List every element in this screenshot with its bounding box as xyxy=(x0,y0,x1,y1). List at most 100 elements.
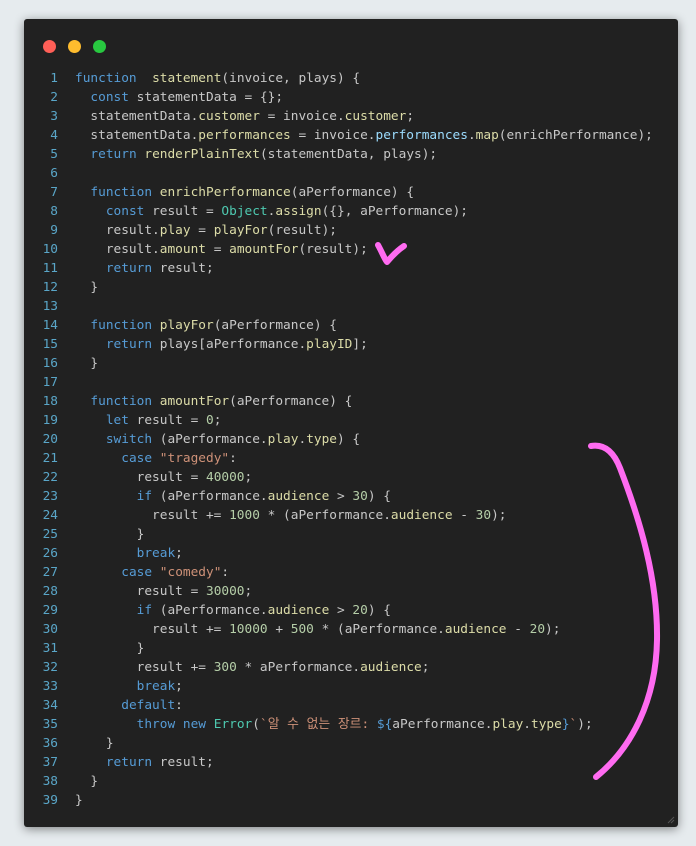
code-token: let xyxy=(105,413,129,428)
code-token: } xyxy=(75,736,114,751)
code-line[interactable]: 28 result = 30000; xyxy=(24,582,678,601)
code-token: amount xyxy=(159,242,206,257)
code-line[interactable]: 39} xyxy=(24,791,678,810)
code-line[interactable]: 11 return result; xyxy=(24,259,678,278)
code-token: play xyxy=(492,717,524,732)
code-token: customer xyxy=(344,109,407,124)
line-code: statementData.performances = invoice.per… xyxy=(75,126,652,145)
code-token: result; xyxy=(152,755,214,770)
code-token: audience xyxy=(267,489,330,504)
code-token: 20 xyxy=(352,603,368,618)
code-token: result; xyxy=(152,261,214,276)
code-line[interactable]: 33 break; xyxy=(24,677,678,696)
code-line[interactable]: 13 xyxy=(24,297,678,316)
code-token: result += xyxy=(75,508,230,523)
code-token: `알 수 없는 장르: xyxy=(259,717,377,732)
code-line[interactable]: 10 result.amount = amountFor(result); xyxy=(24,240,678,259)
code-token: ; xyxy=(421,660,430,675)
code-token: Object xyxy=(221,204,268,219)
code-token: ) { xyxy=(367,603,391,618)
code-line[interactable]: 32 result += 300 * aPerformance.audience… xyxy=(24,658,678,677)
line-code: result = 30000; xyxy=(75,582,253,601)
code-line[interactable]: 16 } xyxy=(24,354,678,373)
window-close-button[interactable] xyxy=(43,40,56,53)
code-line[interactable]: 37 return result; xyxy=(24,753,678,772)
code-token: result = xyxy=(144,204,222,219)
window-zoom-button[interactable] xyxy=(93,40,106,53)
code-line[interactable]: 36 } xyxy=(24,734,678,753)
code-line[interactable]: 8 const result = Object.assign({}, aPerf… xyxy=(24,202,678,221)
code-token: : xyxy=(229,451,237,466)
code-token: map xyxy=(475,128,499,143)
code-line[interactable]: 30 result += 10000 + 500 * (aPerformance… xyxy=(24,620,678,639)
code-line[interactable]: 18 function amountFor(aPerformance) { xyxy=(24,392,678,411)
code-token: function xyxy=(75,71,137,86)
code-token: (aPerformance. xyxy=(152,603,268,618)
line-number: 11 xyxy=(42,261,58,276)
code-line[interactable]: 9 result.play = playFor(result); xyxy=(24,221,678,240)
line-code: switch (aPerformance.play.type) { xyxy=(75,430,360,449)
code-token: statementData. xyxy=(75,128,199,143)
line-code: } xyxy=(75,525,145,544)
code-token: result += xyxy=(75,660,214,675)
code-token: performances xyxy=(198,128,291,143)
code-line[interactable]: 3 statementData.customer = invoice.custo… xyxy=(24,107,678,126)
code-token: 500 xyxy=(290,622,314,637)
code-token: } xyxy=(75,641,145,656)
code-line[interactable]: 35 throw new Error(`알 수 없는 장르: ${aPerfor… xyxy=(24,715,678,734)
code-line[interactable]: 14 function playFor(aPerformance) { xyxy=(24,316,678,335)
line-code: function enrichPerformance(aPerformance)… xyxy=(75,183,414,202)
code-token: 20 xyxy=(529,622,546,637)
code-token: return xyxy=(105,755,153,770)
code-line[interactable]: 25 } xyxy=(24,525,678,544)
code-line[interactable]: 38 } xyxy=(24,772,678,791)
code-token: play xyxy=(267,432,299,447)
code-token: > xyxy=(329,489,353,504)
code-token: result = xyxy=(75,470,206,485)
code-line[interactable]: 31 } xyxy=(24,639,678,658)
code-line[interactable]: 4 statementData.performances = invoice.p… xyxy=(24,126,678,145)
line-number: 38 xyxy=(42,774,58,789)
code-line[interactable]: 7 function enrichPerformance(aPerformanc… xyxy=(24,183,678,202)
code-line[interactable]: 22 result = 40000; xyxy=(24,468,678,487)
code-token: amountFor xyxy=(152,394,230,409)
code-line[interactable]: 23 if (aPerformance.audience > 30) { xyxy=(24,487,678,506)
code-line[interactable]: 21 case "tragedy": xyxy=(24,449,678,468)
code-token: case xyxy=(121,565,153,580)
code-token: playFor xyxy=(152,318,214,333)
code-line[interactable]: 6 xyxy=(24,164,678,183)
code-line[interactable]: 17 xyxy=(24,373,678,392)
line-code: if (aPerformance.audience > 30) { xyxy=(75,487,391,506)
line-code: } xyxy=(75,639,145,658)
code-line[interactable]: 15 return plays[aPerformance.playID]; xyxy=(24,335,678,354)
code-line[interactable]: 12 } xyxy=(24,278,678,297)
window-minimize-button[interactable] xyxy=(68,40,81,53)
code-token: (invoice, plays) { xyxy=(221,71,361,86)
code-line[interactable]: 5 return renderPlainText(statementData, … xyxy=(24,145,678,164)
resize-grip-icon[interactable] xyxy=(667,816,675,824)
code-line[interactable]: 26 break; xyxy=(24,544,678,563)
code-line[interactable]: 20 switch (aPerformance.play.type) { xyxy=(24,430,678,449)
line-code: result += 1000 * (aPerformance.audience … xyxy=(75,506,506,525)
code-line[interactable]: 27 case "comedy": xyxy=(24,563,678,582)
code-line[interactable]: 34 default: xyxy=(24,696,678,715)
code-line[interactable]: 19 let result = 0; xyxy=(24,411,678,430)
line-number: 35 xyxy=(42,717,58,732)
code-line[interactable]: 29 if (aPerformance.audience > 20) { xyxy=(24,601,678,620)
code-token: } xyxy=(561,717,570,732)
code-line[interactable]: 2 const statementData = {}; xyxy=(24,88,678,107)
line-code: const result = Object.assign({}, aPerfor… xyxy=(75,202,468,221)
code-line[interactable]: 24 result += 1000 * (aPerformance.audien… xyxy=(24,506,678,525)
line-code: case "comedy": xyxy=(75,563,229,582)
code-area[interactable]: 1 function statement(invoice, plays) {2 c… xyxy=(24,69,678,810)
code-line[interactable]: 1 function statement(invoice, plays) { xyxy=(24,69,678,88)
